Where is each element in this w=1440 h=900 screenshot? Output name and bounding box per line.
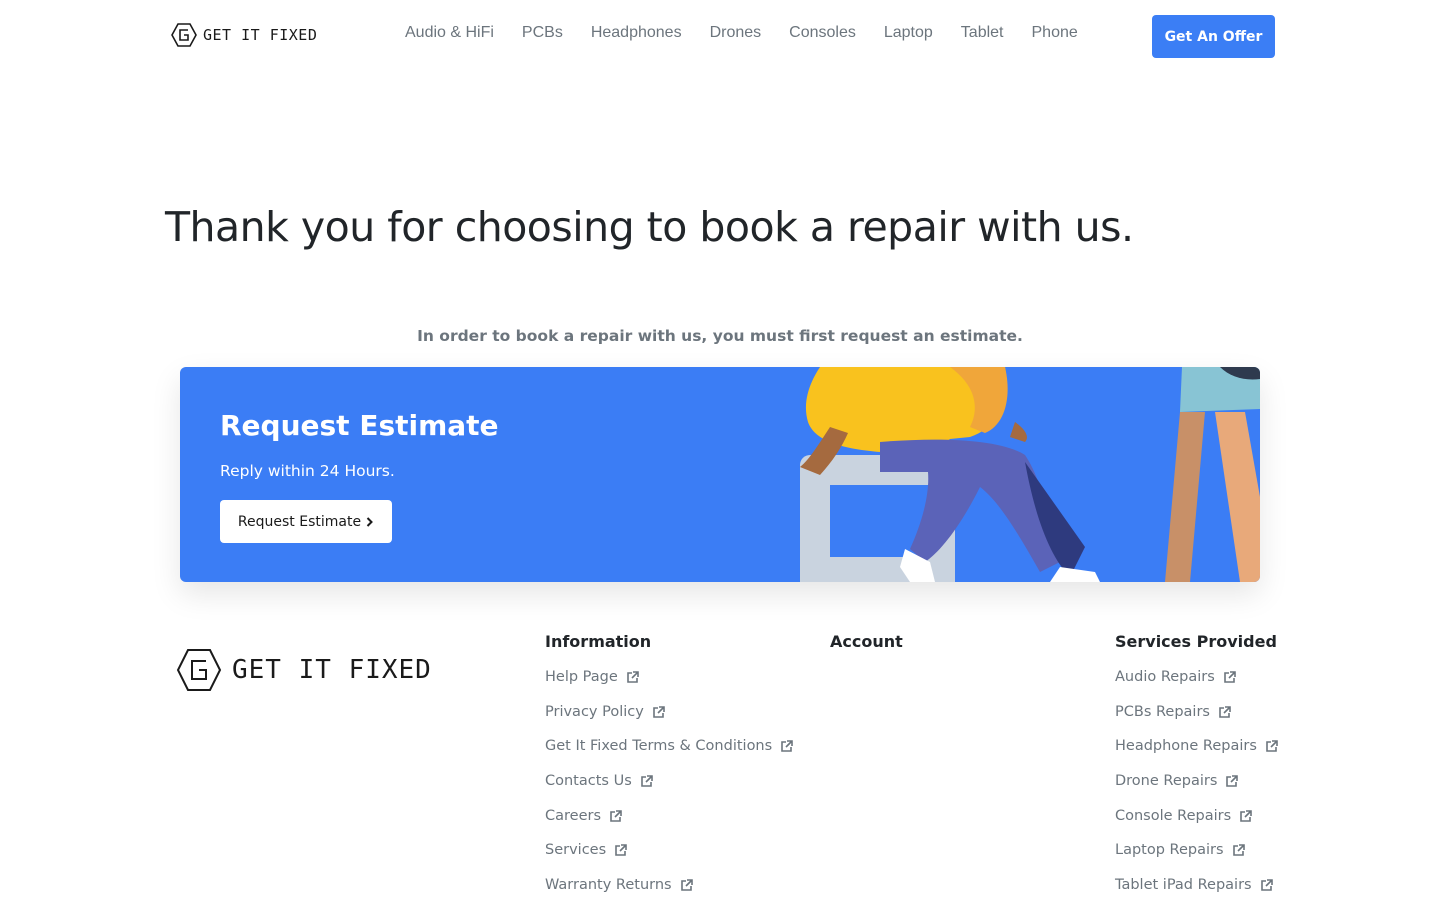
- external-link-icon: [615, 844, 627, 857]
- footer-link-label: Help Page: [545, 669, 618, 685]
- footer-logo-text: GET IT FIXED: [232, 655, 432, 685]
- page-title: Thank you for choosing to book a repair …: [165, 203, 1134, 251]
- footer-link-label: Audio Repairs: [1115, 669, 1215, 685]
- nav-consoles[interactable]: Consoles: [789, 24, 856, 42]
- get-an-offer-button[interactable]: Get An Offer: [1152, 15, 1275, 58]
- nav-laptop[interactable]: Laptop: [884, 24, 933, 42]
- footer-link-label: Drone Repairs: [1115, 773, 1218, 790]
- banner-title: Request Estimate: [220, 409, 499, 442]
- footer-services: Services Provided Audio Repairs PCBs Rep…: [1115, 632, 1278, 900]
- footer-account-heading: Account: [830, 632, 903, 651]
- external-link-icon: [626, 671, 639, 683]
- footer-link[interactable]: PCBs Repairs: [1115, 704, 1278, 739]
- footer-link-label: PCBs Repairs: [1115, 703, 1210, 720]
- external-link-icon: [653, 705, 665, 718]
- logo[interactable]: GET IT FIXED: [171, 22, 317, 48]
- footer-information-heading: Information: [545, 632, 652, 651]
- footer-information: Information Help Page Privacy Policy Get…: [545, 632, 793, 900]
- nav-phone[interactable]: Phone: [1032, 24, 1078, 42]
- page-subtitle: In order to book a repair with us, you m…: [417, 327, 1023, 345]
- logo-hexagon-icon: [176, 649, 222, 691]
- nav-pcbs[interactable]: PCBs: [522, 24, 563, 42]
- footer-link-label: Warranty Returns: [545, 877, 672, 894]
- footer-link-label: Contacts Us: [545, 773, 632, 790]
- external-link-icon: [1224, 671, 1236, 683]
- footer-link[interactable]: Get It Fixed Terms & Conditions: [545, 738, 793, 773]
- external-link-icon: [610, 809, 622, 822]
- footer-account: Account: [830, 632, 903, 669]
- banner-subtitle: Reply within 24 Hours.: [220, 462, 395, 480]
- external-link-icon: [1232, 844, 1245, 857]
- footer-link[interactable]: Privacy Policy: [545, 704, 793, 739]
- external-link-icon: [1219, 705, 1231, 718]
- footer-link[interactable]: Tablet iPad Repairs: [1115, 877, 1278, 900]
- external-link-icon: [1260, 879, 1273, 891]
- footer-link[interactable]: Warranty Returns: [545, 877, 793, 900]
- external-link-icon: [680, 879, 693, 891]
- nav-drones[interactable]: Drones: [710, 24, 762, 42]
- footer-link[interactable]: Services: [545, 842, 793, 877]
- footer-link[interactable]: Contacts Us: [545, 773, 793, 808]
- main-nav: Audio & HiFi PCBs Headphones Drones Cons…: [405, 24, 1106, 42]
- external-link-icon: [640, 775, 653, 787]
- external-link-icon: [1266, 740, 1278, 753]
- footer-link-label: Privacy Policy: [545, 703, 644, 720]
- footer-link-label: Tablet iPad Repairs: [1115, 877, 1252, 894]
- logo-hexagon-icon: [171, 23, 197, 47]
- footer-link[interactable]: Help Page: [545, 669, 793, 704]
- request-estimate-button[interactable]: Request Estimate: [220, 500, 392, 543]
- request-estimate-button-label: Request Estimate: [237, 513, 362, 530]
- footer-link-label: Get It Fixed Terms & Conditions: [545, 738, 773, 755]
- footer-link[interactable]: Laptop Repairs: [1115, 842, 1278, 877]
- footer-link[interactable]: Careers: [545, 808, 793, 843]
- footer-link-label: Console Repairs: [1115, 807, 1232, 824]
- footer-logo[interactable]: GET IT FIXED: [176, 648, 432, 692]
- external-link-icon: [1240, 809, 1252, 822]
- site-header: GET IT FIXED Audio & HiFi PCBs Headphone…: [0, 0, 1440, 72]
- footer-link-label: Laptop Repairs: [1115, 842, 1224, 859]
- logo-text: GET IT FIXED: [203, 26, 318, 44]
- footer-link[interactable]: Headphone Repairs: [1115, 738, 1278, 773]
- footer-link[interactable]: Console Repairs: [1115, 808, 1278, 843]
- external-link-icon: [1226, 775, 1239, 787]
- footer-link-label: Headphone Repairs: [1115, 738, 1257, 755]
- external-link-icon: [781, 740, 793, 753]
- request-estimate-banner: Request Estimate Reply within 24 Hours. …: [180, 367, 1260, 582]
- nav-headphones[interactable]: Headphones: [591, 24, 682, 42]
- footer-link[interactable]: Drone Repairs: [1115, 773, 1278, 808]
- nav-audio-hifi[interactable]: Audio & HiFi: [405, 24, 494, 42]
- chevron-right-icon: [366, 516, 373, 527]
- footer-link[interactable]: Audio Repairs: [1115, 669, 1278, 704]
- footer-link-label: Services: [545, 842, 607, 859]
- nav-tablet[interactable]: Tablet: [961, 24, 1004, 42]
- footer-link-label: Careers: [545, 807, 602, 824]
- footer-services-heading: Services Provided: [1115, 632, 1277, 651]
